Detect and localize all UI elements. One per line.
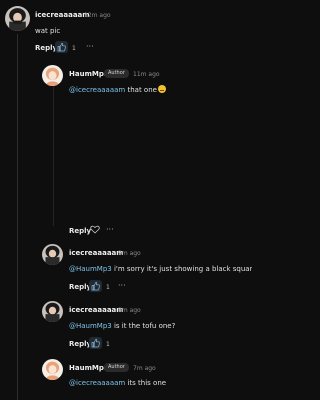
mention[interactable]: @icecreaaaaam: [69, 379, 125, 387]
comment-text: @icecreaaaaam its this one: [69, 379, 166, 387]
username[interactable]: HaumMp3: [69, 70, 109, 78]
timestamp: 7m ago: [133, 365, 156, 372]
author-badge: Author: [104, 363, 129, 372]
username[interactable]: icecreaaaaam: [69, 306, 124, 314]
like-count: 1: [106, 284, 110, 291]
more-options-button[interactable]: ···: [118, 281, 126, 290]
username[interactable]: icecreaaaaam: [35, 11, 90, 19]
reply-button[interactable]: Reply: [69, 227, 91, 235]
more-options-button[interactable]: ···: [86, 42, 94, 51]
mention[interactable]: @HaumMp3: [69, 322, 112, 330]
avatar[interactable]: [42, 244, 63, 265]
timestamp: 9m ago: [118, 250, 141, 257]
reply-button[interactable]: Reply: [35, 44, 57, 52]
comment-text: @HaumMp3 i'm sorry it's just showing a b…: [69, 265, 252, 273]
thread-line: [17, 34, 18, 400]
heart-icon: [90, 225, 100, 234]
comment-text-body: its this one: [125, 379, 167, 387]
comment-text: wat pic: [35, 27, 61, 35]
reply-button[interactable]: Reply: [69, 340, 91, 348]
thread-line-nested: [53, 86, 54, 226]
like-button[interactable]: [89, 337, 102, 349]
timestamp: 12m ago: [84, 12, 111, 19]
more-options-button[interactable]: ···: [106, 225, 114, 234]
author-badge: Author: [104, 69, 129, 78]
avatar[interactable]: [5, 6, 30, 31]
like-count: 1: [72, 45, 76, 52]
username[interactable]: icecreaaaaam: [69, 249, 124, 257]
emoji-icon: [157, 85, 166, 93]
thumbs-up-icon: [91, 281, 100, 291]
comment-text: @HaumMp3 is it the tofu one?: [69, 322, 175, 330]
avatar[interactable]: [42, 65, 63, 86]
comment-text-body: that one: [125, 86, 157, 94]
comment-text: @icecreaaaaam that one: [69, 85, 166, 94]
avatar[interactable]: [42, 301, 63, 322]
mention[interactable]: @HaumMp3: [69, 265, 112, 273]
comment-text-body: i'm sorry it's just showing a black squa…: [111, 265, 252, 273]
timestamp: 11m ago: [133, 71, 160, 78]
like-button[interactable]: [55, 41, 68, 53]
like-count: 1: [106, 341, 110, 348]
mention[interactable]: @icecreaaaaam: [69, 86, 125, 94]
like-button[interactable]: [89, 280, 102, 292]
thumbs-up-icon: [57, 42, 66, 52]
like-button[interactable]: [90, 225, 100, 234]
comment-text-body: is it the tofu one?: [111, 322, 176, 330]
username[interactable]: HaumMp3: [69, 364, 109, 372]
thumbs-up-icon: [91, 338, 100, 348]
comment-thread: icecreaaaaam 12m ago wat pic Reply 1 ···…: [0, 0, 252, 400]
timestamp: 8m ago: [118, 307, 141, 314]
reply-button[interactable]: Reply: [69, 283, 91, 291]
avatar[interactable]: [42, 359, 63, 380]
